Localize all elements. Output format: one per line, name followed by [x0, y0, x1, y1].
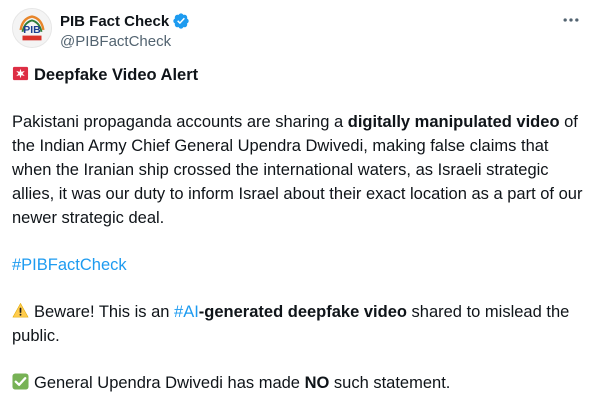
warning-bold: -generated deepfake video [198, 303, 407, 321]
verified-badge-icon [172, 12, 190, 30]
check-bold: NO [304, 374, 330, 392]
account-handle[interactable]: @PIBFactCheck [60, 33, 171, 50]
display-name[interactable]: PIB Fact Check [60, 13, 169, 30]
svg-text:PIB: PIB [23, 25, 41, 36]
hashtag-line: #PIBFactCheck [12, 253, 587, 277]
alert-line: Deepfake Video Alert [12, 63, 587, 87]
hashtag-pibfactcheck[interactable]: #PIBFactCheck [12, 256, 127, 274]
check-text-2: such statement. [329, 374, 451, 392]
rotating-light-icon [12, 65, 29, 82]
pib-logo-icon[interactable]: PIB [12, 8, 52, 48]
hashtag-ai[interactable]: #AI [174, 303, 199, 321]
tweet-text: Deepfake Video Alert Pakistani propagand… [12, 63, 587, 395]
paragraph-bold-1: digitally manipulated video [347, 113, 560, 131]
check-line: General Upendra Dwivedi has made NO such… [12, 371, 587, 395]
warning-icon [12, 302, 29, 319]
check-mark-icon [12, 373, 29, 390]
warning-line: Beware! This is an #AI-generated deepfak… [12, 300, 587, 348]
more-options-icon[interactable] [557, 10, 585, 30]
paragraph-text-1: Pakistani propaganda accounts are sharin… [12, 113, 348, 131]
check-text-1: General Upendra Dwivedi has made [34, 374, 305, 392]
main-paragraph: Pakistani propaganda accounts are sharin… [12, 110, 587, 230]
tweet-header: PIB PIB Fact Check @PIBFactCheck [12, 8, 587, 52]
alert-title: Deepfake Video Alert [34, 66, 199, 84]
warning-text-1: Beware! This is an [34, 303, 175, 321]
